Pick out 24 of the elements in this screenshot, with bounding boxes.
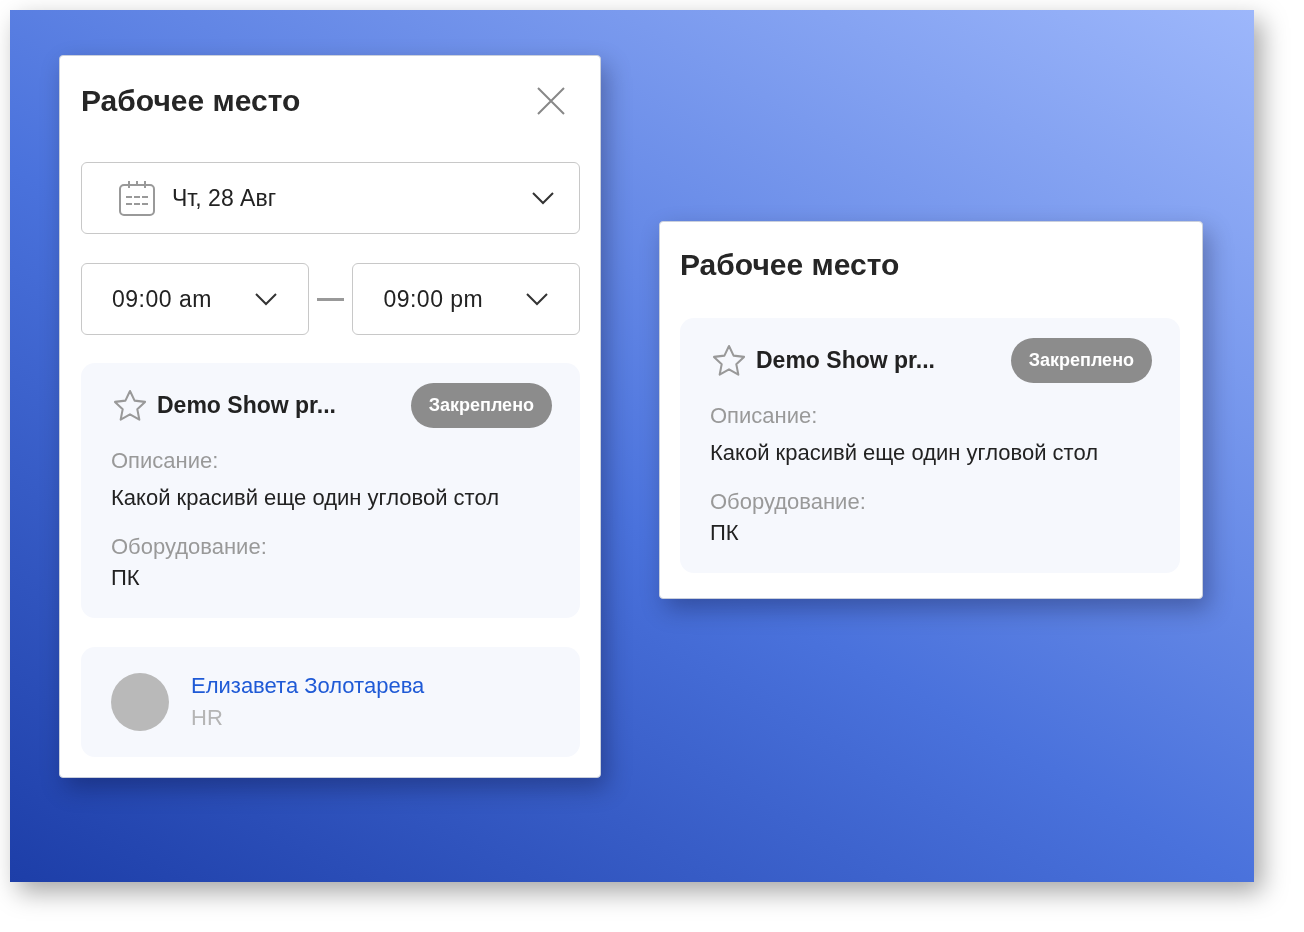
equipment-label: Оборудование:	[111, 534, 268, 560]
description-text: Какой красивй еще один угловой стол	[111, 484, 500, 512]
pinned-badge: Закреплено	[1010, 338, 1152, 383]
close-icon[interactable]	[536, 86, 566, 116]
equipment-text: ПК	[111, 564, 141, 592]
contact-name-link[interactable]: Елизавета Золотарева	[191, 673, 425, 699]
chevron-down-icon	[525, 292, 549, 306]
popup-title: Рабочее место	[81, 84, 301, 118]
date-select[interactable]: Чт, 28 Авг	[81, 162, 580, 234]
card-title: Рабочее место	[680, 248, 900, 282]
pinned-badge: Закреплено	[410, 383, 552, 428]
workspace-name: Demo Show pr...	[756, 347, 935, 374]
chevron-down-icon	[531, 191, 555, 205]
description-label: Описание:	[111, 448, 220, 474]
description-text: Какой красивй еще один угловой стол	[710, 439, 1099, 467]
start-time-select[interactable]: 09:00 am	[81, 263, 309, 335]
workspace-name: Demo Show pr...	[157, 392, 336, 419]
end-time-select[interactable]: 09:00 pm	[352, 263, 580, 335]
description-label: Описание:	[710, 403, 819, 429]
contact-role: HR	[191, 705, 224, 731]
equipment-label: Оборудование:	[710, 489, 867, 515]
calendar-icon	[118, 179, 156, 217]
chevron-down-icon	[253, 292, 278, 306]
equipment-text: ПК	[710, 519, 740, 547]
